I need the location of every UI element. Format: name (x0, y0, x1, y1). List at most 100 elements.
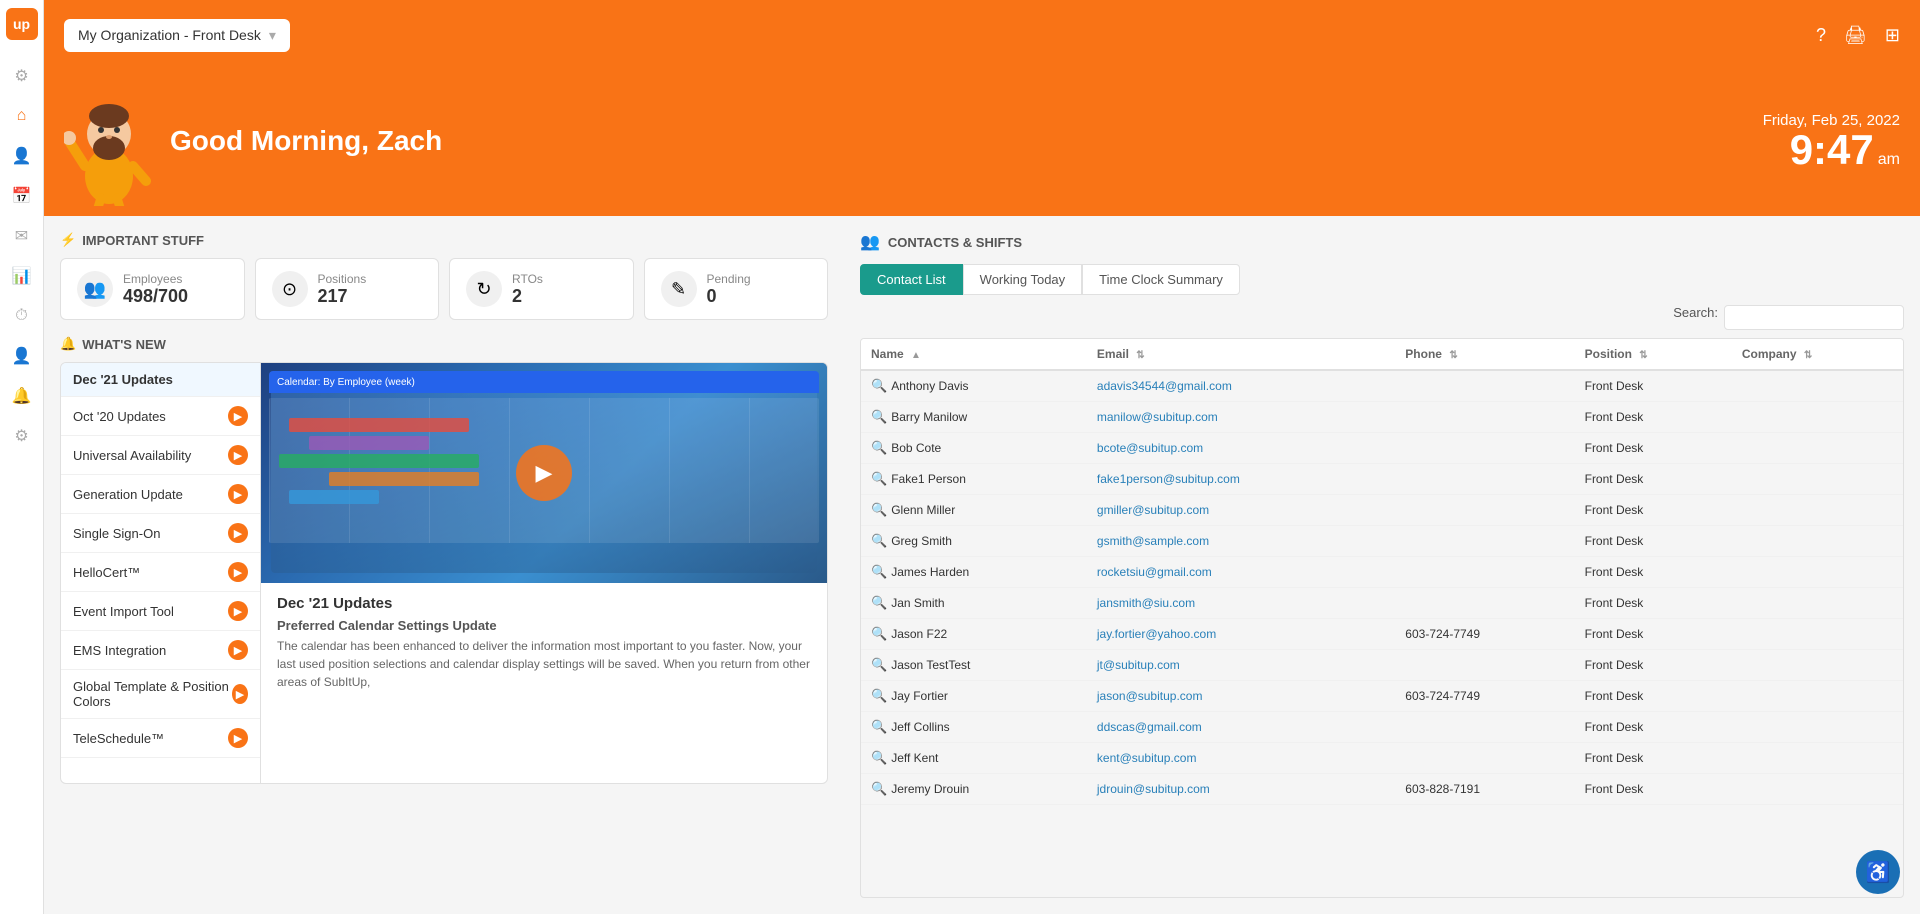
play-button[interactable]: ▶ (516, 445, 572, 501)
grid-icon[interactable]: ⊞ (1885, 25, 1900, 46)
col-position[interactable]: Position ⇅ (1575, 339, 1732, 370)
cell-position: Front Desk (1575, 774, 1732, 805)
contacts-icon: 👥 (860, 232, 880, 252)
table-row[interactable]: 🔍Bob Cote bcote@subitup.com Front Desk (861, 433, 1903, 464)
sidebar-item-mail[interactable]: ✉ (4, 218, 40, 254)
list-item[interactable]: Single Sign-On ▶ (61, 514, 260, 553)
contact-search-icon: 🔍 (871, 409, 887, 424)
cell-name: 🔍Fake1 Person (861, 464, 1087, 495)
cell-position: Front Desk (1575, 402, 1732, 433)
col-email[interactable]: Email ⇅ (1087, 339, 1395, 370)
table-row[interactable]: 🔍Greg Smith gsmith@sample.com Front Desk (861, 526, 1903, 557)
rtos-icon: ↻ (466, 271, 502, 307)
tab-working-today[interactable]: Working Today (963, 264, 1083, 295)
cell-name: 🔍Jeff Collins (861, 712, 1087, 743)
cell-email: gmiller@subitup.com (1087, 495, 1395, 526)
sidebar-item-bell[interactable]: 🔔 (4, 378, 40, 414)
table-row[interactable]: 🔍Jeremy Drouin jdrouin@subitup.com 603-8… (861, 774, 1903, 805)
email-link[interactable]: ddscas@gmail.com (1097, 720, 1202, 734)
table-row[interactable]: 🔍Jason F22 jay.fortier@yahoo.com 603-724… (861, 619, 1903, 650)
list-item[interactable]: Oct '20 Updates ▶ (61, 397, 260, 436)
cell-name: 🔍Jason TestTest (861, 650, 1087, 681)
list-item[interactable]: Generation Update ▶ (61, 475, 260, 514)
print-icon[interactable]: 🖨 (1844, 25, 1867, 46)
table-row[interactable]: 🔍Jason TestTest jt@subitup.com Front Des… (861, 650, 1903, 681)
col-company[interactable]: Company ⇅ (1732, 339, 1903, 370)
cell-position: Front Desk (1575, 433, 1732, 464)
help-icon[interactable]: ? (1816, 25, 1826, 46)
email-link[interactable]: jt@subitup.com (1097, 658, 1180, 672)
list-item[interactable]: Universal Availability ▶ (61, 436, 260, 475)
left-panel: ⚡ IMPORTANT STUFF 👥 Employees 498/700 ⊙ … (44, 216, 844, 914)
email-link[interactable]: jansmith@siu.com (1097, 596, 1195, 610)
table-row[interactable]: 🔍Jeff Kent kent@subitup.com Front Desk (861, 743, 1903, 774)
stat-pending[interactable]: ✎ Pending 0 (644, 258, 829, 320)
sidebar-item-chart[interactable]: 📊 (4, 258, 40, 294)
list-item[interactable]: TeleSchedule™ ▶ (61, 719, 260, 758)
email-link[interactable]: jdrouin@subitup.com (1097, 782, 1210, 796)
table-row[interactable]: 🔍Jeff Collins ddscas@gmail.com Front Des… (861, 712, 1903, 743)
list-item[interactable]: Event Import Tool ▶ (61, 592, 260, 631)
stat-positions[interactable]: ⊙ Positions 217 (255, 258, 440, 320)
email-link[interactable]: bcote@subitup.com (1097, 441, 1203, 455)
sidebar-item-gear2[interactable]: ⚙ (4, 418, 40, 454)
stat-rtos[interactable]: ↻ RTOs 2 (449, 258, 634, 320)
email-link[interactable]: jay.fortier@yahoo.com (1097, 627, 1216, 641)
table-row[interactable]: 🔍Glenn Miller gmiller@subitup.com Front … (861, 495, 1903, 526)
col-phone[interactable]: Phone ⇅ (1395, 339, 1574, 370)
cell-phone (1395, 650, 1574, 681)
col-name[interactable]: Name ▲ (861, 339, 1087, 370)
cell-phone (1395, 433, 1574, 464)
cell-position: Front Desk (1575, 619, 1732, 650)
cell-email: rocketsiu@gmail.com (1087, 557, 1395, 588)
search-row: Search: (860, 305, 1904, 330)
table-row[interactable]: 🔍Jan Smith jansmith@siu.com Front Desk (861, 588, 1903, 619)
sidebar-item-people[interactable]: 👤 (4, 138, 40, 174)
table-row[interactable]: 🔍Anthony Davis adavis34544@gmail.com Fro… (861, 370, 1903, 402)
welcome-banner: Good Morning, Zach Friday, Feb 25, 2022 … (44, 70, 1920, 216)
list-item[interactable]: Dec '21 Updates (61, 363, 260, 397)
sidebar-item-home[interactable]: ⌂ (4, 98, 40, 134)
contact-search-icon: 🔍 (871, 595, 887, 610)
table-row[interactable]: 🔍James Harden rocketsiu@gmail.com Front … (861, 557, 1903, 588)
email-link[interactable]: gmiller@subitup.com (1097, 503, 1209, 517)
sidebar-item-settings[interactable]: ⚙ (4, 58, 40, 94)
email-link[interactable]: rocketsiu@gmail.com (1097, 565, 1212, 579)
chevron-down-icon: ▾ (269, 27, 276, 44)
positions-icon: ⊙ (272, 271, 308, 307)
list-item[interactable]: HelloCert™ ▶ (61, 553, 260, 592)
accessibility-button[interactable]: ♿ (1856, 850, 1900, 894)
content-subtitle: Preferred Calendar Settings Update (277, 618, 811, 633)
contact-search-icon: 🔍 (871, 688, 887, 703)
tab-time-clock-summary[interactable]: Time Clock Summary (1082, 264, 1240, 295)
app-logo[interactable]: up (6, 8, 38, 40)
sidebar-item-calendar[interactable]: 📅 (4, 178, 40, 214)
email-link[interactable]: adavis34544@gmail.com (1097, 379, 1232, 393)
sidebar-item-clock[interactable]: ⏱ (4, 298, 40, 334)
contact-search-icon: 🔍 (871, 471, 887, 486)
table-row[interactable]: 🔍Barry Manilow manilow@subitup.com Front… (861, 402, 1903, 433)
cell-company (1732, 650, 1903, 681)
email-link[interactable]: kent@subitup.com (1097, 751, 1197, 765)
table-row[interactable]: 🔍Jay Fortier jason@subitup.com 603-724-7… (861, 681, 1903, 712)
cell-company (1732, 557, 1903, 588)
cell-company (1732, 588, 1903, 619)
sort-icon: ▲ (911, 350, 921, 361)
table-row[interactable]: 🔍Fake1 Person fake1person@subitup.com Fr… (861, 464, 1903, 495)
email-link[interactable]: manilow@subitup.com (1097, 410, 1218, 424)
cell-company (1732, 495, 1903, 526)
list-item[interactable]: EMS Integration ▶ (61, 631, 260, 670)
email-link[interactable]: gsmith@sample.com (1097, 534, 1209, 548)
tab-contact-list[interactable]: Contact List (860, 264, 963, 295)
email-link[interactable]: jason@subitup.com (1097, 689, 1203, 703)
contact-search-icon: 🔍 (871, 719, 887, 734)
sidebar-item-user[interactable]: 👤 (4, 338, 40, 374)
contacts-section-header: 👥 CONTACTS & SHIFTS (860, 232, 1904, 252)
stat-employees[interactable]: 👥 Employees 498/700 (60, 258, 245, 320)
list-item[interactable]: Global Template & Position Colors ▶ (61, 670, 260, 719)
email-link[interactable]: fake1person@subitup.com (1097, 472, 1240, 486)
search-input[interactable] (1724, 305, 1904, 330)
ampm-display: am (1878, 151, 1900, 169)
contacts-table-wrapper: Name ▲ Email ⇅ Phone ⇅ Position ⇅ Compan… (860, 338, 1904, 898)
org-selector[interactable]: My Organization - Front Desk ▾ (64, 19, 290, 52)
